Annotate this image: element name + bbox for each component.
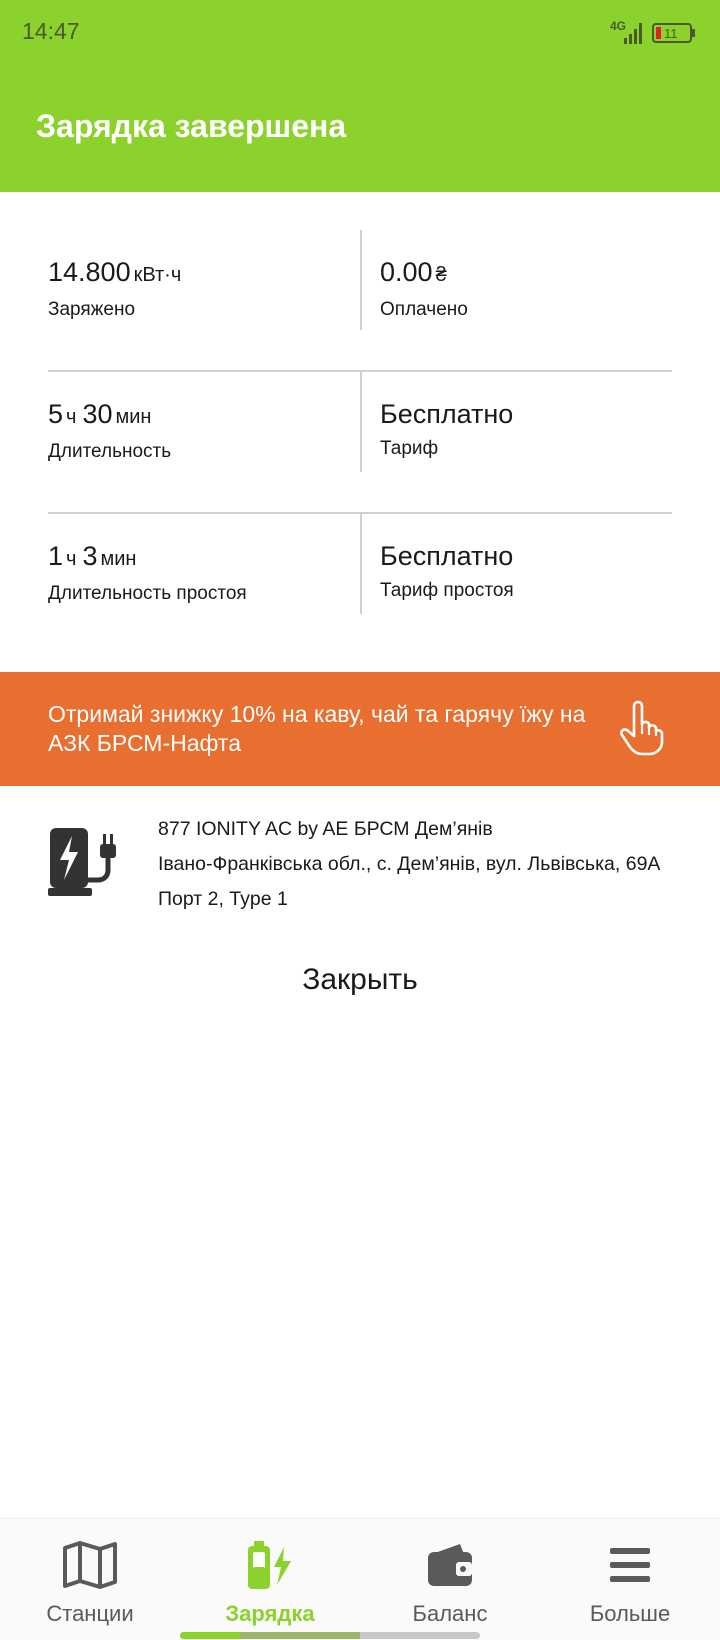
tariff-value: Бесплатно: [380, 399, 514, 429]
idle-minutes-unit: мин: [100, 548, 137, 570]
nav-label-stations: Станции: [46, 1601, 134, 1626]
stat-row-duration: 5 ч 30 мин Длительность Бесплатно Тариф: [48, 372, 672, 514]
stat-duration: 5 ч 30 мин Длительность: [48, 372, 360, 514]
duration-hours: 5: [48, 399, 64, 429]
station-address: Івано-Франківська обл., с. Дем’янів, вул…: [158, 853, 661, 875]
menu-icon: [610, 1548, 650, 1582]
stat-idle-tariff: Бесплатно Тариф простоя: [360, 514, 672, 656]
battery-charging-icon: [248, 1541, 291, 1589]
page-title: Зарядка завершена: [36, 108, 347, 144]
wallet-icon: [428, 1544, 472, 1586]
duration-minutes-unit: мин: [115, 406, 152, 428]
header-bar: 14:47 4G 11 Зарядка завершена: [0, 0, 720, 192]
network-type: 4G: [610, 20, 626, 33]
nav-label-balance: Баланс: [412, 1601, 488, 1626]
bottom-navigation: Станции Зарядка Баланс Больше: [0, 1518, 720, 1640]
station-name: 877 IONITY AC by AE БРСМ Дем’янів: [158, 818, 493, 840]
idle-tariff-label: Тариф простоя: [380, 580, 514, 601]
charging-station-icon: [48, 828, 116, 896]
nav-item-charging[interactable]: Зарядка: [180, 1519, 360, 1640]
map-icon: [63, 1541, 117, 1589]
home-indicator[interactable]: [180, 1632, 480, 1639]
paid-label: Оплачено: [380, 299, 468, 320]
signal-icon: 4G: [610, 20, 642, 44]
tariff-label: Тариф: [380, 438, 439, 459]
idle-duration-label: Длительность простоя: [48, 583, 247, 604]
status-icons: 4G 11: [610, 18, 696, 48]
promo-banner[interactable]: Отримай знижку 10% на каву, чай та гаряч…: [0, 672, 720, 786]
station-port: Порт 2, Type 1: [158, 888, 288, 910]
stat-idle-duration: 1 ч 3 мин Длительность простоя: [48, 514, 360, 656]
close-button[interactable]: Закрыть: [260, 952, 460, 1008]
paid-unit: ₴: [435, 264, 447, 286]
idle-hours: 1: [48, 541, 64, 571]
station-details: 877 IONITY AC by AE БРСМ Дем’янів Івано-…: [158, 812, 660, 917]
nav-item-balance[interactable]: Баланс: [360, 1519, 540, 1640]
status-time: 14:47: [22, 18, 80, 44]
idle-tariff-value: Бесплатно: [380, 541, 514, 571]
duration-hours-unit: ч: [66, 406, 77, 428]
charging-stats: 14.800 кВт·ч Заряжено 0.00 ₴ Оплачено 5 ч 30…: [48, 230, 672, 656]
idle-minutes: 3: [82, 541, 98, 571]
nav-label-more: Больше: [589, 1601, 671, 1626]
home-indicator-segment: [240, 1632, 360, 1639]
nav-item-stations[interactable]: Станции: [0, 1519, 180, 1640]
duration-label: Длительность: [48, 441, 172, 462]
station-info: 877 IONITY AC by AE БРСМ Дем’янів Івано-…: [48, 812, 720, 922]
home-indicator-segment: [180, 1632, 240, 1639]
idle-hours-unit: ч: [66, 548, 77, 570]
battery-icon: 11: [652, 23, 695, 43]
stat-paid: 0.00 ₴ Оплачено: [360, 230, 672, 372]
nav-label-charging: Зарядка: [225, 1601, 315, 1626]
paid-value: 0.00: [380, 257, 433, 287]
charged-value: 14.800: [48, 257, 131, 287]
stat-row-idle: 1 ч 3 мин Длительность простоя Бесплатно Та…: [48, 514, 672, 656]
promo-text: Отримай знижку 10% на каву, чай та гаряч…: [48, 701, 586, 756]
stat-charged: 14.800 кВт·ч Заряжено: [48, 230, 360, 372]
charged-label: Заряжено: [48, 299, 136, 320]
duration-minutes: 30: [82, 399, 113, 429]
battery-level: 11: [664, 26, 678, 41]
charged-unit: кВт·ч: [133, 264, 182, 286]
nav-item-more[interactable]: Больше: [540, 1519, 720, 1640]
pointing-hand-icon: [620, 700, 664, 756]
stat-tariff: Бесплатно Тариф: [360, 372, 672, 514]
stat-row-energy: 14.800 кВт·ч Заряжено 0.00 ₴ Оплачено: [48, 230, 672, 372]
